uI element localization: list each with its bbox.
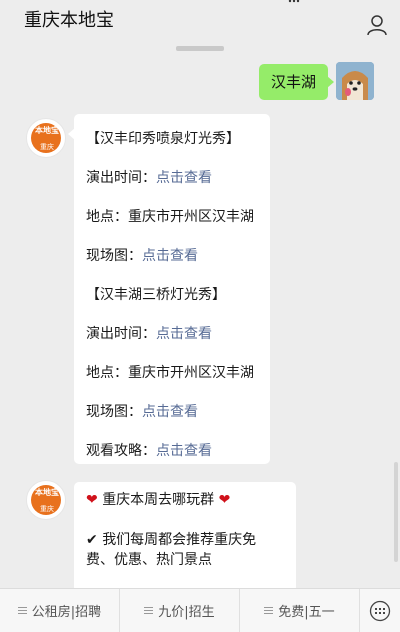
view-link[interactable]: 点击查看 bbox=[156, 170, 212, 186]
menu-icon bbox=[264, 605, 274, 616]
recommend-text: 我们每周都会推荐重庆免费、优惠、热门景点 bbox=[86, 532, 257, 568]
check-icon: ✔ bbox=[86, 532, 98, 548]
top-bar: 重庆本地宝 bbox=[0, 0, 400, 44]
keyboard-toggle-button[interactable] bbox=[360, 589, 400, 632]
bot-reply-bubble: 【汉丰印秀喷泉灯光秀】 演出时间：点击查看 地点：重庆市开州区汉丰湖 现场图：点… bbox=[68, 114, 270, 464]
line-text: 现场图： bbox=[86, 248, 142, 264]
bot-logo-text: 本地宝 bbox=[35, 488, 59, 497]
recommend-line: ✔ 我们每周都会推荐重庆免费、优惠、热门景点 bbox=[86, 530, 284, 570]
bottom-menu-bar: 公租房|招聘 九价|招生 免费|五一 bbox=[0, 588, 400, 632]
user-message-bubble[interactable]: 汉丰湖 bbox=[258, 64, 335, 100]
menu-item-free-mayday[interactable]: 免费|五一 bbox=[240, 589, 360, 632]
more-options-icon[interactable] bbox=[288, 0, 300, 6]
user-message: 汉丰湖 bbox=[258, 64, 335, 100]
view-link[interactable]: 点击查看 bbox=[142, 404, 198, 420]
line-text: 地点：重庆市开州区汉丰湖 bbox=[86, 365, 254, 381]
line-text: 现场图： bbox=[86, 404, 142, 420]
keyboard-icon bbox=[369, 600, 391, 621]
reply-line: 现场图：点击查看 bbox=[86, 237, 258, 276]
menu-label: 免费|五一 bbox=[278, 605, 335, 620]
pull-indicator bbox=[176, 46, 224, 51]
reply-line: 演出时间：点击查看 bbox=[86, 159, 258, 198]
heart-icon: ❤ bbox=[218, 492, 231, 508]
menu-icon bbox=[144, 605, 154, 616]
group-line: ❤ 重庆本周去哪玩群 ❤ bbox=[86, 490, 284, 510]
heart-icon: ❤ bbox=[86, 492, 98, 508]
bot-logo-text: 本地宝 bbox=[35, 126, 59, 135]
bot-logo-city: 重庆 bbox=[40, 505, 54, 513]
reply-line: 演出时间：点击查看 bbox=[86, 315, 258, 354]
group-text: 重庆本周去哪玩群 bbox=[102, 492, 215, 508]
line-text: 【汉丰湖三桥灯光秀】 bbox=[86, 287, 226, 303]
user-avatar[interactable] bbox=[336, 62, 374, 100]
line-text: 演出时间： bbox=[86, 326, 156, 342]
bot-avatar[interactable]: 本地宝 重庆 bbox=[26, 118, 66, 158]
line-text: 演出时间： bbox=[86, 170, 156, 186]
menu-item-housing-jobs[interactable]: 公租房|招聘 bbox=[0, 589, 120, 632]
reply-line: 【汉丰印秀喷泉灯光秀】 bbox=[86, 120, 258, 159]
reply-line: 地点：重庆市开州区汉丰湖 bbox=[86, 354, 258, 393]
view-link[interactable]: 点击查看 bbox=[156, 326, 212, 342]
scrollbar[interactable] bbox=[394, 462, 398, 562]
menu-label: 公租房|招聘 bbox=[31, 605, 102, 620]
line-text: 地点：重庆市开州区汉丰湖 bbox=[86, 209, 254, 225]
reply-line: 现场图：点击查看 bbox=[86, 393, 258, 432]
line-text: 观看攻略： bbox=[86, 443, 156, 459]
dog-avatar-icon bbox=[336, 62, 374, 100]
chat-title: 重庆本地宝 bbox=[24, 10, 114, 31]
menu-label: 九价|招生 bbox=[158, 605, 215, 620]
bot-logo-city: 重庆 bbox=[40, 143, 54, 151]
reply-line: 地点：重庆市开州区汉丰湖 bbox=[86, 198, 258, 237]
view-link[interactable]: 点击查看 bbox=[142, 248, 198, 264]
view-link[interactable]: 点击查看 bbox=[156, 443, 212, 459]
bot-reply-bubble-2: ❤ 重庆本周去哪玩群 ❤ ✔ 我们每周都会推荐重庆免费、优惠、热门景点 bbox=[74, 482, 296, 592]
menu-icon bbox=[17, 605, 27, 616]
line-text: 【汉丰印秀喷泉灯光秀】 bbox=[86, 131, 240, 147]
profile-icon[interactable] bbox=[366, 14, 388, 36]
bot-avatar[interactable]: 本地宝 重庆 bbox=[26, 480, 66, 520]
menu-item-vaccine-admission[interactable]: 九价|招生 bbox=[120, 589, 240, 632]
reply-line: 观看攻略：点击查看 bbox=[86, 432, 258, 471]
reply-line: 【汉丰湖三桥灯光秀】 bbox=[86, 276, 258, 315]
